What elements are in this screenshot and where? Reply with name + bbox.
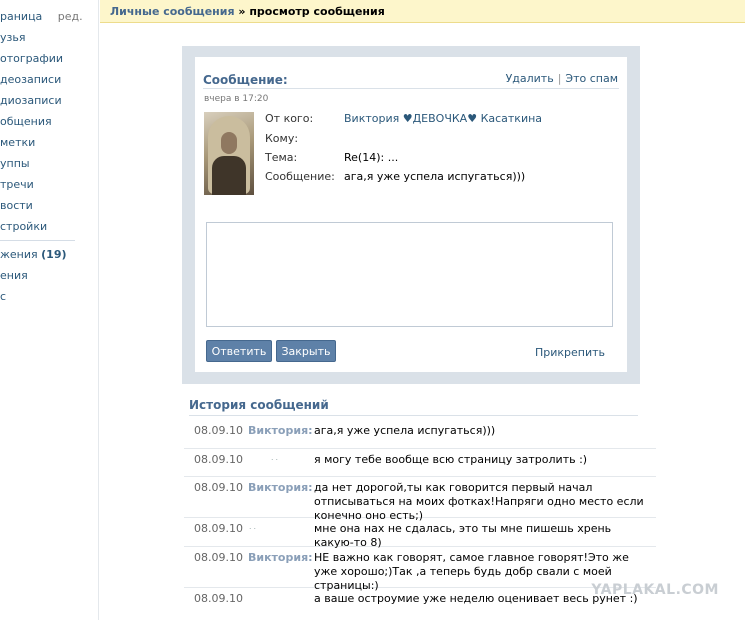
sidebar-item-events[interactable]: тречи xyxy=(0,176,34,194)
sidebar-item-photos[interactable]: отографии xyxy=(0,50,63,68)
sidebar-item-friends[interactable]: узья xyxy=(0,29,25,47)
history-title: История сообщений xyxy=(189,398,329,412)
sender-avatar[interactable] xyxy=(204,112,254,195)
sidebar-item-my-page[interactable]: раница ред. xyxy=(0,8,83,26)
attach-link[interactable]: Прикрепить xyxy=(535,346,605,359)
spam-link[interactable]: Это спам xyxy=(565,72,618,85)
avatar-body xyxy=(212,156,246,195)
reply-button[interactable]: Ответить xyxy=(206,340,272,362)
history-text: ага,я уже успела испугаться))) xyxy=(314,424,496,437)
message-panel-inner: Сообщение: Удалить | Это спам вчера в 17:2… xyxy=(195,57,627,372)
sidebar-item-label[interactable]: жения xyxy=(0,248,38,261)
sidebar-item-groups[interactable]: уппы xyxy=(0,155,30,173)
history-text: я могу тебе вообще всю страницу затролит… xyxy=(314,453,588,466)
sidebar-item-settings[interactable]: стройки xyxy=(0,218,47,236)
avatar-face xyxy=(221,132,237,154)
history-row: 08.09.10 ˙˙ мне она нах не сдалась, это … xyxy=(184,518,656,549)
history-date: 08.09.10 xyxy=(194,424,243,437)
history-date: 08.09.10 xyxy=(194,592,243,605)
sidebar-divider xyxy=(0,240,75,241)
breadcrumb-bar: Личные сообщения » просмотр сообщения xyxy=(100,0,745,23)
sidebar-item-label[interactable]: раница xyxy=(0,10,42,23)
breadcrumb-separator: » xyxy=(234,5,250,18)
title-divider xyxy=(203,88,619,89)
message-title: Сообщение: xyxy=(203,73,288,87)
history-date: 08.09.10 xyxy=(194,453,243,466)
sidebar-item-applications[interactable]: жения (19) xyxy=(0,246,67,264)
sender-name-link[interactable]: Виктория ♥ДЕВОЧКА♥ Касаткина xyxy=(344,112,542,125)
history-sender[interactable]: Виктория: xyxy=(248,551,313,564)
sidebar-item-videos[interactable]: деозаписи xyxy=(0,71,61,89)
message-actions: Удалить | Это спам xyxy=(506,72,618,85)
history-row: 08.09.10 Виктория: ага,я уже успела испу… xyxy=(184,420,656,449)
history-text: да нет дорогой,ты как говорится первый н… xyxy=(314,481,644,522)
subject-label: Тема: xyxy=(265,151,298,164)
body-value: ага,я уже успела испугаться))) xyxy=(344,170,526,183)
subject-value: Re(14): ... xyxy=(344,151,399,164)
left-sidebar: раница ред. узья отографии деозаписи дио… xyxy=(0,0,99,620)
breadcrumb-current: просмотр сообщения xyxy=(249,5,385,18)
message-panel: Сообщение: Удалить | Это спам вчера в 17:2… xyxy=(182,46,640,384)
site-watermark: YAPLAKAL.COM xyxy=(591,582,719,598)
sidebar-item-notes[interactable]: метки xyxy=(0,134,35,152)
to-label: Кому: xyxy=(265,132,299,145)
from-label: От кого: xyxy=(265,112,314,125)
sidebar-item-messages[interactable]: общения xyxy=(0,113,52,131)
history-divider xyxy=(189,415,638,416)
sidebar-item-count: (19) xyxy=(41,248,67,261)
sidebar-item-extra-1[interactable]: ения xyxy=(0,267,28,285)
sidebar-edit-link[interactable]: ред. xyxy=(58,10,83,23)
history-sender[interactable]: Виктория: xyxy=(248,481,313,494)
history-date: 08.09.10 xyxy=(194,522,243,535)
message-date: вчера в 17:20 xyxy=(204,94,269,104)
history-sender[interactable]: Виктория: xyxy=(248,424,313,437)
breadcrumb-link-messages[interactable]: Личные сообщения xyxy=(110,5,235,18)
history-row: 08.09.10 Виктория: НЕ важно как говорят,… xyxy=(184,547,656,592)
redacted-sender-mark: ˙˙ xyxy=(270,459,279,469)
sidebar-item-audio[interactable]: диозаписи xyxy=(0,92,62,110)
sidebar-item-extra-2[interactable]: с xyxy=(0,288,6,306)
breadcrumb: Личные сообщения » просмотр сообщения xyxy=(110,5,385,18)
history-text: мне она нах не сдалась, это ты мне пишеш… xyxy=(314,522,612,549)
history-row: 08.09.10 Виктория: да нет дорогой,ты как… xyxy=(184,477,656,522)
history-row: 08.09.10 а ваше остроумие уже неделю оце… xyxy=(184,588,656,616)
history-date: 08.09.10 xyxy=(194,551,243,564)
redacted-sender-mark: ˙˙ xyxy=(248,528,257,538)
from-value: Виктория ♥ДЕВОЧКА♥ Касаткина xyxy=(344,112,542,125)
history-row: 08.09.10 ˙˙ я могу тебе вообще всю стран… xyxy=(184,449,656,477)
close-button[interactable]: Закрыть xyxy=(276,340,336,362)
body-label: Сообщение: xyxy=(265,170,335,183)
history-date: 08.09.10 xyxy=(194,481,243,494)
reply-textarea[interactable] xyxy=(206,222,613,327)
actions-separator: | xyxy=(557,72,562,85)
delete-link[interactable]: Удалить xyxy=(506,72,554,85)
sidebar-item-news[interactable]: вости xyxy=(0,197,33,215)
